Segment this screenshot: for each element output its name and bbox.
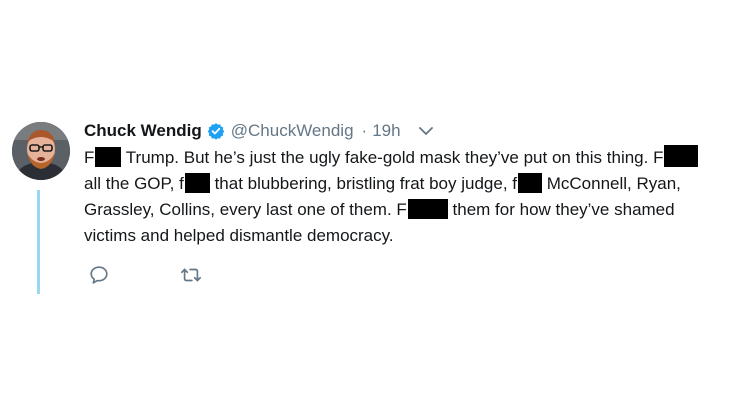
tweet-text-line-2: all the GOP, f that blubbering, bristlin…	[84, 171, 746, 197]
reply-icon[interactable]	[88, 264, 110, 286]
redaction-box	[407, 199, 448, 219]
redaction-box	[95, 147, 122, 167]
tweet-text-line-4: victims and helped dismantle democracy.	[84, 223, 746, 249]
tweet-timestamp[interactable]: 19h	[372, 121, 400, 141]
verified-badge-icon	[207, 122, 225, 140]
text-fragment: all the GOP, f	[84, 174, 184, 193]
tweet-actions	[88, 264, 202, 286]
tweet-text-line-1: F Trump. But he’s just the ugly fake-gol…	[84, 145, 746, 171]
author-name[interactable]: Chuck Wendig	[84, 121, 202, 141]
tweet-header: Chuck Wendig @ChuckWendig · 19h	[84, 119, 435, 143]
redaction-box	[184, 173, 210, 193]
text-fragment: McConnell, Ryan,	[542, 174, 681, 193]
avatar-image	[12, 122, 70, 180]
avatar[interactable]	[12, 122, 70, 180]
redaction-box	[518, 173, 542, 193]
tweet-text-line-3: Grassley, Collins, every last one of the…	[84, 197, 746, 223]
separator-dot: ·	[361, 121, 368, 140]
tweet-text: F Trump. But he’s just the ugly fake-gol…	[84, 145, 746, 249]
text-fragment: them for how they’ve shamed	[447, 200, 675, 219]
chevron-down-icon[interactable]	[417, 122, 435, 140]
redaction-box	[664, 145, 699, 167]
text-fragment: F	[84, 148, 95, 167]
retweet-icon[interactable]	[180, 264, 202, 286]
text-fragment: Trump. But he’s just the ugly fake-gold …	[121, 148, 664, 167]
text-fragment: Grassley, Collins, every last one of the…	[84, 200, 407, 219]
author-handle[interactable]: @ChuckWendig	[231, 121, 354, 141]
tweet-card: Chuck Wendig @ChuckWendig · 19h F Trump.…	[0, 0, 750, 400]
text-fragment: victims and helped dismantle democracy.	[84, 226, 394, 245]
page: Chuck Wendig @ChuckWendig · 19h F Trump.…	[0, 0, 750, 400]
thread-line	[37, 190, 40, 294]
text-fragment: that blubbering, bristling frat boy judg…	[209, 174, 517, 193]
